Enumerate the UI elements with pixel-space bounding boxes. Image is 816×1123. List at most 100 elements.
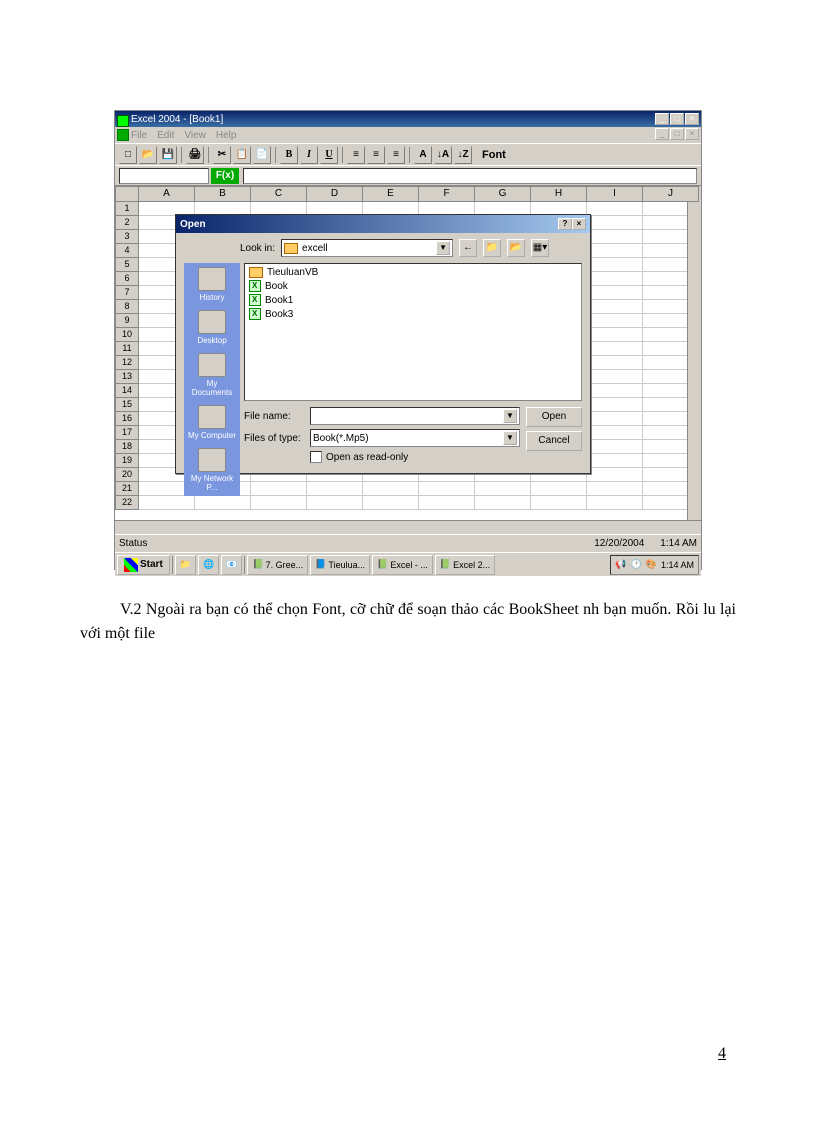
new-icon[interactable]: □: [119, 146, 137, 164]
row-header[interactable]: 4: [115, 244, 139, 258]
cell[interactable]: [587, 230, 643, 244]
sort-desc-icon[interactable]: ↓Z: [454, 146, 472, 164]
menu-view[interactable]: View: [184, 130, 206, 141]
doc-maximize-button[interactable]: □: [670, 128, 684, 140]
cell[interactable]: [587, 454, 643, 468]
tray-icon[interactable]: 🕐: [631, 559, 642, 570]
file-item[interactable]: TieuluanVB: [247, 266, 579, 279]
cell[interactable]: [587, 286, 643, 300]
cell[interactable]: [587, 314, 643, 328]
dropdown-arrow-icon[interactable]: ▼: [436, 241, 450, 255]
up-button[interactable]: 📁: [483, 239, 501, 257]
row-header[interactable]: 13: [115, 370, 139, 384]
align-left-icon[interactable]: ≡: [347, 146, 365, 164]
row-header[interactable]: 22: [115, 496, 139, 510]
row-header[interactable]: 20: [115, 468, 139, 482]
quick-launch-icon-3[interactable]: 📧: [221, 555, 242, 575]
cell[interactable]: [587, 216, 643, 230]
name-box[interactable]: [119, 168, 209, 184]
row-header[interactable]: 3: [115, 230, 139, 244]
quick-launch-icon-2[interactable]: 🌐: [198, 555, 219, 575]
row-header[interactable]: 18: [115, 440, 139, 454]
row-header[interactable]: 9: [115, 314, 139, 328]
cell[interactable]: [587, 426, 643, 440]
align-center-icon[interactable]: ≡: [367, 146, 385, 164]
column-header[interactable]: F: [419, 186, 475, 202]
close-button[interactable]: ×: [685, 113, 699, 125]
cell[interactable]: [587, 496, 643, 510]
file-item[interactable]: Book: [247, 279, 579, 293]
cancel-button[interactable]: Cancel: [526, 431, 582, 451]
formula-input[interactable]: [243, 168, 697, 184]
row-header[interactable]: 2: [115, 216, 139, 230]
row-header[interactable]: 15: [115, 398, 139, 412]
column-header[interactable]: E: [363, 186, 419, 202]
column-header[interactable]: A: [139, 186, 195, 202]
row-header[interactable]: 6: [115, 272, 139, 286]
cell[interactable]: [587, 356, 643, 370]
back-button[interactable]: ←: [459, 239, 477, 257]
quick-launch-icon[interactable]: 📁: [175, 555, 196, 575]
row-header[interactable]: 16: [115, 412, 139, 426]
save-icon[interactable]: 💾: [159, 146, 177, 164]
cell[interactable]: [587, 384, 643, 398]
start-button[interactable]: Start: [117, 555, 170, 575]
sort-asc-icon[interactable]: ↓A: [434, 146, 452, 164]
menu-file[interactable]: File: [131, 130, 147, 141]
cell[interactable]: [587, 440, 643, 454]
menu-help[interactable]: Help: [216, 130, 237, 141]
readonly-checkbox[interactable]: [310, 451, 322, 463]
row-header[interactable]: 8: [115, 300, 139, 314]
cell[interactable]: [587, 244, 643, 258]
dialog-close-button[interactable]: ×: [572, 218, 586, 230]
open-button[interactable]: Open: [526, 407, 582, 427]
tray-icon[interactable]: 📢: [615, 559, 626, 570]
views-button[interactable]: ▦▾: [531, 239, 549, 257]
dropdown-arrow-icon[interactable]: ▼: [503, 409, 517, 423]
place-history[interactable]: History: [186, 267, 238, 302]
task-item[interactable]: 📗 Excel 2...: [435, 555, 495, 575]
cell[interactable]: [587, 300, 643, 314]
place-computer[interactable]: My Computer: [186, 405, 238, 440]
dialog-help-button[interactable]: ?: [558, 218, 572, 230]
row-header[interactable]: 19: [115, 454, 139, 468]
minimize-button[interactable]: _: [655, 113, 669, 125]
column-header[interactable]: I: [587, 186, 643, 202]
vertical-scrollbar[interactable]: [687, 202, 701, 520]
task-item[interactable]: 📗 7. Gree...: [247, 555, 308, 575]
row-header[interactable]: 21: [115, 482, 139, 496]
menu-edit[interactable]: Edit: [157, 130, 174, 141]
row-header[interactable]: 10: [115, 328, 139, 342]
filetype-combo[interactable]: Book(*.Mp5) ▼: [310, 429, 520, 447]
column-header[interactable]: J: [643, 186, 699, 202]
cell[interactable]: [587, 398, 643, 412]
tray-icon[interactable]: 🎨: [646, 559, 657, 570]
column-header[interactable]: C: [251, 186, 307, 202]
cell[interactable]: [587, 342, 643, 356]
select-all-corner[interactable]: [115, 186, 139, 202]
cell[interactable]: [587, 370, 643, 384]
column-header[interactable]: B: [195, 186, 251, 202]
doc-close-button[interactable]: ×: [685, 128, 699, 140]
column-header[interactable]: D: [307, 186, 363, 202]
open-icon[interactable]: 📂: [139, 146, 157, 164]
file-item[interactable]: Book1: [247, 293, 579, 307]
place-network[interactable]: My Network P...: [186, 448, 238, 492]
horizontal-scrollbar[interactable]: [115, 520, 701, 534]
cell[interactable]: [587, 258, 643, 272]
fx-button[interactable]: F(x): [211, 168, 239, 184]
underline-button[interactable]: U: [320, 146, 338, 164]
file-list[interactable]: TieuluanVBBookBook1Book3: [244, 263, 582, 401]
row-header[interactable]: 7: [115, 286, 139, 300]
bold-button[interactable]: B: [280, 146, 298, 164]
task-item[interactable]: 📗 Excel - ...: [372, 555, 433, 575]
cell[interactable]: [587, 468, 643, 482]
cell[interactable]: [587, 328, 643, 342]
row-header[interactable]: 14: [115, 384, 139, 398]
task-item[interactable]: 📘 Tieulua...: [310, 555, 370, 575]
column-header[interactable]: H: [531, 186, 587, 202]
align-right-icon[interactable]: ≡: [387, 146, 405, 164]
file-item[interactable]: Book3: [247, 307, 579, 321]
place-documents[interactable]: My Documents: [186, 353, 238, 397]
maximize-button[interactable]: □: [670, 113, 684, 125]
